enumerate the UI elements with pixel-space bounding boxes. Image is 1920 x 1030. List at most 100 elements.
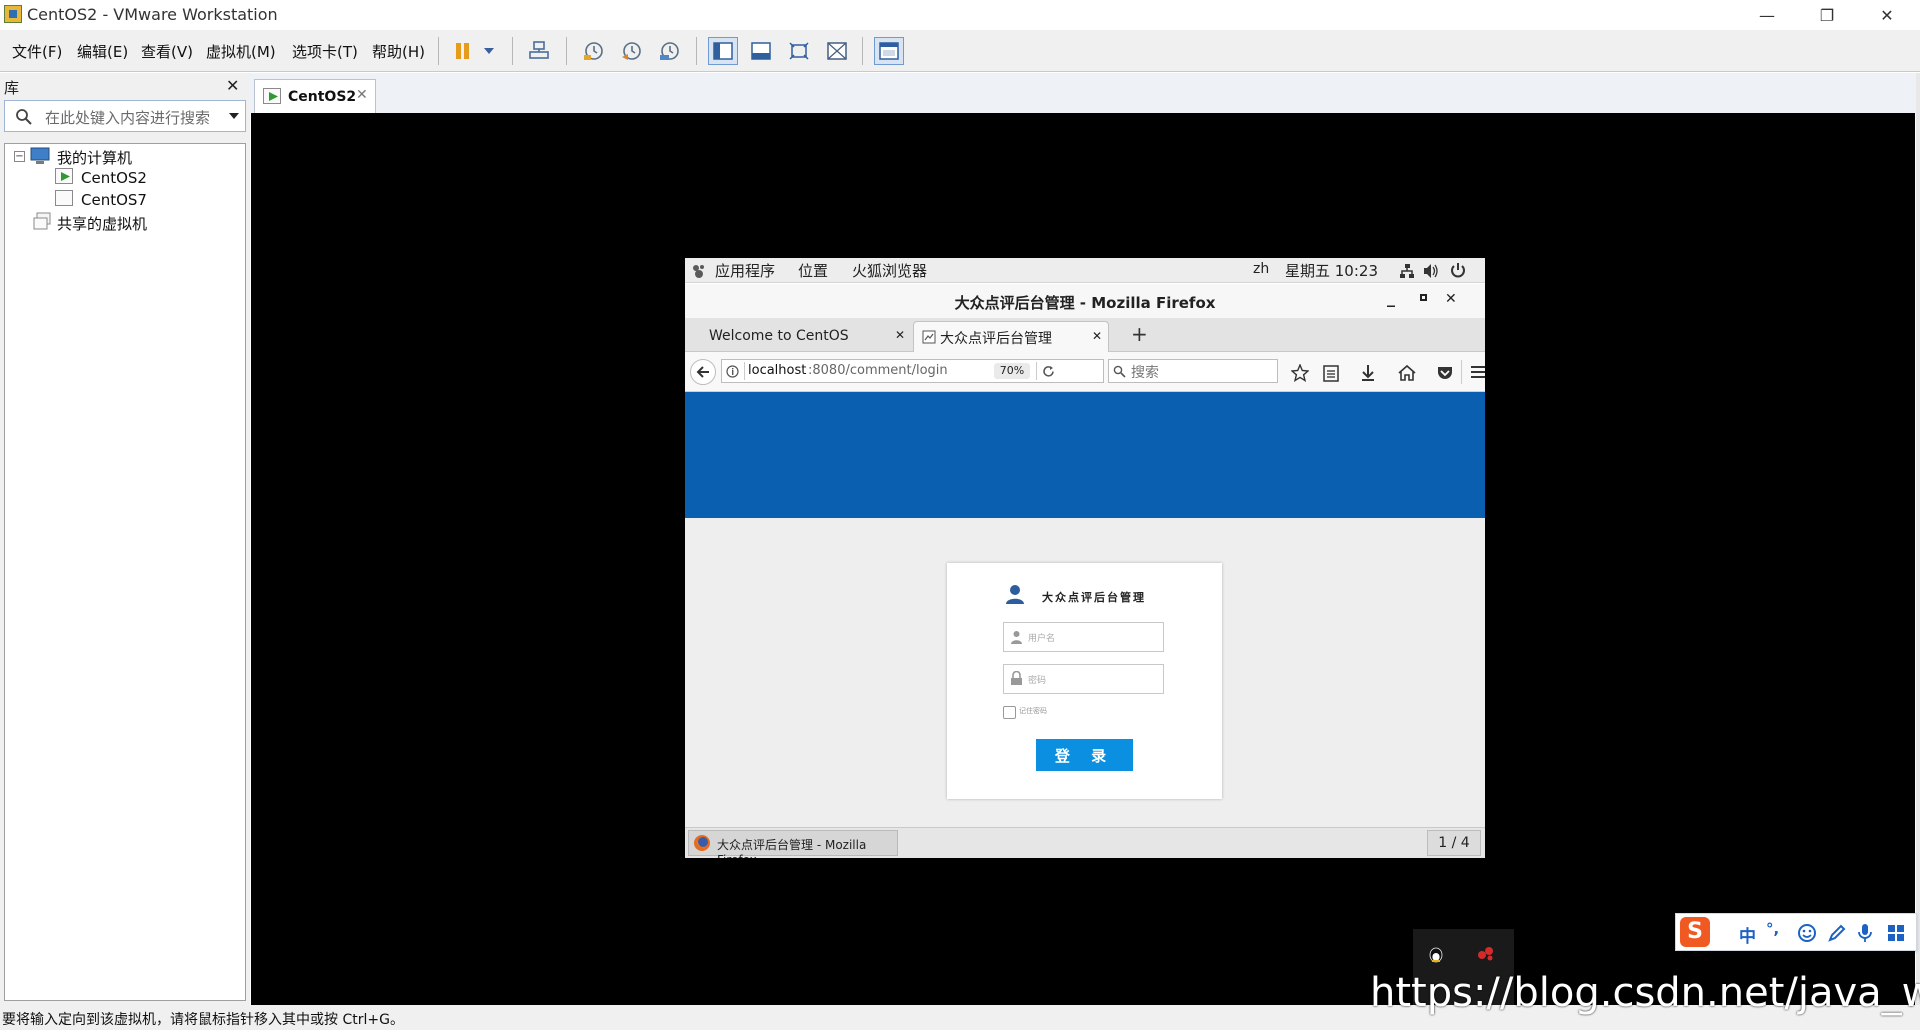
- reading-list-icon[interactable]: [1323, 364, 1339, 382]
- toolbar-separator: [696, 37, 697, 65]
- info-icon[interactable]: [726, 365, 739, 378]
- search-bar[interactable]: 搜索: [1108, 359, 1278, 383]
- vm-running-icon: [263, 88, 281, 104]
- ime-punctuation[interactable]: °,: [1766, 920, 1779, 938]
- pause-icon: [456, 43, 469, 59]
- tree-expander[interactable]: −: [14, 151, 25, 162]
- library-title: 库: [4, 79, 20, 97]
- back-button[interactable]: [690, 359, 716, 385]
- gnome-clock[interactable]: 星期五 10:23: [1285, 260, 1378, 281]
- zoom-indicator[interactable]: 70%: [994, 363, 1030, 379]
- firefox-new-tab-button[interactable]: +: [1131, 322, 1148, 346]
- tab-close-button[interactable]: ✕: [356, 87, 368, 103]
- close-button[interactable]: ✕: [1858, 0, 1916, 30]
- emoji-icon[interactable]: [1798, 924, 1816, 942]
- pen-icon[interactable]: [1828, 924, 1846, 942]
- pause-dropdown-button[interactable]: [478, 37, 500, 65]
- download-icon[interactable]: [1360, 364, 1376, 382]
- navbar-divider: [1461, 360, 1462, 384]
- toolbox-grid-icon[interactable]: [1887, 924, 1905, 942]
- toolbar-separator: [566, 37, 567, 65]
- menu-help[interactable]: 帮助(H): [372, 41, 425, 62]
- library-search-input[interactable]: 在此处键入内容进行搜索: [4, 100, 246, 132]
- thumbnail-bar-button[interactable]: [746, 37, 776, 65]
- tree-item-shared-vms[interactable]: 共享的虚拟机: [57, 213, 147, 234]
- library-tree: − 我的计算机 CentOS2 CentOS7 共享的虚拟机: [4, 143, 246, 1001]
- firefox-close-button[interactable]: ✕: [1445, 291, 1457, 307]
- volume-icon[interactable]: [1423, 263, 1439, 279]
- ime-chinese-mode[interactable]: 中: [1739, 922, 1756, 947]
- pause-button[interactable]: [448, 37, 478, 65]
- tree-item-centos2[interactable]: CentOS2: [81, 169, 147, 187]
- menu-tabs[interactable]: 选项卡(T): [292, 41, 358, 62]
- app-tray-icon[interactable]: [1477, 945, 1495, 961]
- ime-toolbar[interactable]: S 中 °,: [1675, 913, 1917, 951]
- power-icon[interactable]: [1450, 262, 1466, 278]
- vmware-app-icon: [4, 5, 22, 23]
- snapshot-take-button[interactable]: [578, 37, 608, 65]
- menu-toolbar: 文件(F) 编辑(E) 查看(V) 虚拟机(M) 选项卡(T) 帮助(H): [0, 30, 1920, 72]
- gnome-input-language[interactable]: zh: [1253, 261, 1269, 277]
- pocket-icon[interactable]: [1436, 364, 1454, 382]
- minimize-button[interactable]: —: [1738, 0, 1796, 30]
- menu-edit[interactable]: 编辑(E): [77, 41, 128, 62]
- firefox-tab-login[interactable]: 大众点评后台管理 ✕: [913, 321, 1109, 352]
- taskbar-firefox-window[interactable]: 大众点评后台管理 - Mozilla Firefox: [688, 830, 898, 858]
- snapshot-manager-button[interactable]: [654, 37, 684, 65]
- url-host: localhost: [748, 363, 807, 378]
- vm-running-icon: [55, 168, 73, 184]
- snapshot-revert-button[interactable]: [616, 37, 646, 65]
- workspace-indicator[interactable]: 1 / 4: [1427, 830, 1481, 856]
- send-ctrl-alt-del-button[interactable]: [524, 37, 554, 65]
- snapshot-revert-icon: [622, 42, 641, 60]
- page-banner: [685, 392, 1485, 518]
- firefox-minimize-button[interactable]: _: [1387, 288, 1395, 307]
- library-view-icon: [713, 42, 733, 60]
- full-screen-icon: [789, 42, 809, 60]
- vm-icon: [55, 190, 73, 206]
- hamburger-menu-icon[interactable]: [1471, 365, 1485, 379]
- firefox-tab-welcome[interactable]: Welcome to CentOS ✕: [689, 321, 909, 352]
- chevron-down-icon[interactable]: [228, 111, 240, 121]
- home-icon[interactable]: [1398, 364, 1416, 382]
- reload-icon[interactable]: [1042, 365, 1055, 378]
- bookmark-star-icon[interactable]: [1291, 364, 1309, 382]
- gnome-applications-menu[interactable]: 应用程序: [715, 260, 775, 281]
- user-avatar-icon: [1006, 585, 1024, 604]
- microphone-icon[interactable]: [1858, 923, 1872, 943]
- gnome-places-menu[interactable]: 位置: [798, 260, 828, 281]
- gnome-browser-menu[interactable]: 火狐浏览器: [852, 260, 927, 281]
- password-field[interactable]: 密码: [1003, 664, 1164, 694]
- right-edge: [1916, 73, 1920, 1005]
- login-title: 大众点评后台管理: [1042, 591, 1146, 604]
- library-panel: 库 ✕ 在此处键入内容进行搜索 − 我的计算机 CentOS2 CentOS7 …: [0, 73, 250, 1005]
- tree-item-my-computer[interactable]: 我的计算机: [57, 147, 132, 168]
- login-button[interactable]: 登 录: [1036, 739, 1133, 771]
- sogou-logo-icon: S: [1680, 917, 1710, 947]
- full-screen-button[interactable]: [784, 37, 814, 65]
- username-field[interactable]: 用户名: [1003, 622, 1164, 652]
- url-bar[interactable]: localhost :8080/comment/login 70%: [721, 359, 1104, 383]
- unity-button[interactable]: [822, 37, 852, 65]
- tab-centos2[interactable]: CentOS2 ✕: [254, 79, 376, 113]
- remember-label: 记住密码: [1019, 707, 1047, 715]
- show-library-button[interactable]: [708, 37, 738, 65]
- network-icon[interactable]: [1399, 263, 1415, 279]
- guest-screen[interactable]: 应用程序 位置 火狐浏览器 zh 星期五 10:23 大众点评后台管理 - Mo…: [685, 258, 1485, 858]
- menu-vm[interactable]: 虚拟机(M): [206, 41, 276, 62]
- firefox-maximize-button[interactable]: [1420, 294, 1427, 301]
- menu-file[interactable]: 文件(F): [12, 41, 62, 62]
- tree-item-centos7[interactable]: CentOS7: [81, 191, 147, 209]
- page-icon: [922, 330, 936, 344]
- restore-button[interactable]: ❐: [1798, 0, 1856, 30]
- console-view-button[interactable]: [874, 37, 904, 65]
- minimize-icon: —: [1759, 5, 1775, 25]
- remember-checkbox[interactable]: [1003, 706, 1016, 719]
- firefox-tab-close-button[interactable]: ✕: [1092, 329, 1102, 343]
- window-title: CentOS2 - VMware Workstation: [27, 5, 278, 24]
- menu-view[interactable]: 查看(V): [141, 41, 193, 62]
- qq-penguin-icon[interactable]: [1428, 945, 1444, 963]
- web-page: 大众点评后台管理 用户名 密码 记住密码 登 录: [685, 392, 1485, 827]
- library-close-button[interactable]: ✕: [226, 76, 239, 95]
- firefox-tab-close-button[interactable]: ✕: [895, 328, 905, 342]
